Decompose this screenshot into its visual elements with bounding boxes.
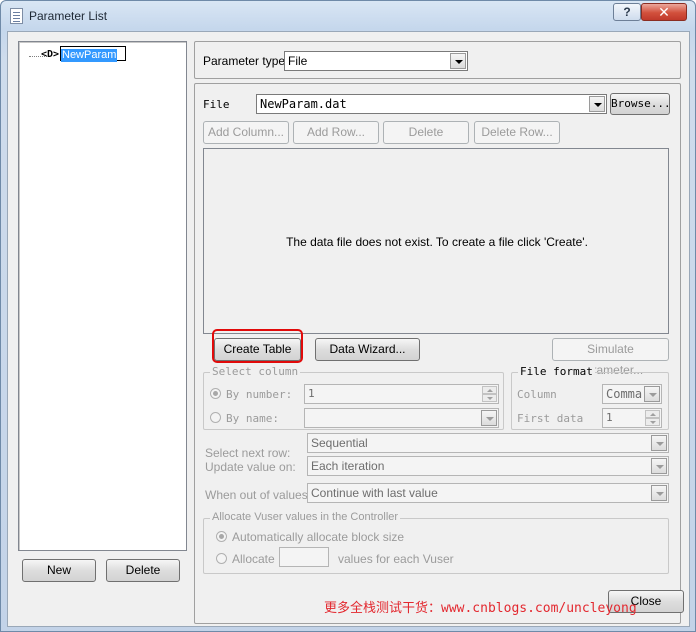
select-next-row-label: Select next row: bbox=[205, 446, 291, 460]
first-data-label: First data bbox=[517, 412, 584, 425]
dialog-client-area: <D> NewParam New Delete Parameter type: … bbox=[7, 31, 690, 627]
by-number-value: 1 bbox=[308, 387, 315, 400]
new-button[interactable]: New bbox=[22, 559, 96, 582]
chevron-down-icon[interactable] bbox=[589, 96, 605, 112]
delete-row-button[interactable]: Delete Row... bbox=[474, 121, 560, 144]
tree-item-label[interactable]: NewParam bbox=[61, 49, 118, 62]
update-value-on-select[interactable]: Each iteration bbox=[307, 456, 669, 476]
by-number-radio[interactable] bbox=[210, 388, 221, 399]
delete-column-button[interactable]: Delete Column... bbox=[383, 121, 469, 160]
out-of-values-label: When out of values: bbox=[205, 488, 312, 502]
file-format-group: File format Column Comma First data 1 bbox=[511, 365, 669, 430]
window-title: Parameter List bbox=[29, 9, 108, 23]
select-next-row-select[interactable]: Sequential bbox=[307, 433, 669, 453]
parameter-type-group: Parameter type: File bbox=[194, 41, 681, 79]
allocate-count-input[interactable] bbox=[279, 547, 329, 567]
file-path-value: NewParam.dat bbox=[260, 97, 347, 111]
parameter-tree[interactable]: <D> NewParam bbox=[18, 41, 187, 551]
preview-message: The data file does not exist. To create … bbox=[286, 235, 588, 249]
file-format-title: File format bbox=[518, 365, 595, 378]
add-row-button[interactable]: Add Row... bbox=[293, 121, 379, 144]
auto-allocate-radio[interactable] bbox=[216, 531, 227, 542]
out-of-values-value: Continue with last value bbox=[311, 486, 438, 500]
parameter-type-icon: <D> bbox=[41, 49, 60, 60]
chevron-down-icon[interactable] bbox=[644, 386, 660, 402]
spin-down-icon[interactable] bbox=[482, 394, 497, 402]
first-data-value: 1 bbox=[606, 411, 613, 424]
tree-item-newparam[interactable]: NewParam bbox=[60, 46, 126, 62]
file-label: File bbox=[203, 98, 230, 111]
help-button[interactable]: ? bbox=[613, 3, 641, 21]
title-bar[interactable]: Parameter List ? ✕ bbox=[1, 1, 695, 31]
by-name-radio[interactable] bbox=[210, 412, 221, 423]
by-name-label: By name: bbox=[226, 412, 279, 425]
allocate-vuser-group: Allocate Vuser values in the Controller … bbox=[203, 511, 669, 574]
delete-button[interactable]: Delete bbox=[106, 559, 180, 582]
chevron-down-icon[interactable] bbox=[651, 435, 667, 451]
close-window-button[interactable]: ✕ bbox=[641, 3, 687, 21]
chevron-down-icon[interactable] bbox=[450, 53, 466, 69]
manual-allocate-radio[interactable] bbox=[216, 553, 227, 564]
column-delimiter-value: Comma bbox=[606, 387, 643, 401]
simulate-parameter-button[interactable]: Simulate Parameter... bbox=[552, 338, 669, 377]
by-number-label: By number: bbox=[226, 388, 293, 401]
watermark-text: 更多全栈测试干货：www.cnblogs.com/uncleyong bbox=[324, 601, 637, 616]
data-preview-area: The data file does not exist. To create … bbox=[203, 148, 669, 334]
spin-up-icon[interactable] bbox=[645, 410, 660, 418]
out-of-values-select[interactable]: Continue with last value bbox=[307, 483, 669, 503]
per-vuser-label: values for each Vuser bbox=[338, 552, 454, 566]
parameter-type-value: File bbox=[288, 54, 308, 68]
document-list-icon bbox=[10, 8, 23, 24]
allocate-label: Allocate bbox=[232, 552, 275, 566]
update-value-on-label: Update value on: bbox=[205, 460, 296, 474]
create-table-highlight bbox=[212, 329, 303, 363]
by-number-spinner[interactable]: 1 bbox=[304, 384, 499, 404]
update-value-on-value: Each iteration bbox=[311, 459, 385, 473]
first-data-spinner[interactable]: 1 bbox=[602, 408, 662, 428]
spin-up-icon[interactable] bbox=[482, 386, 497, 394]
file-path-select[interactable]: NewParam.dat bbox=[256, 94, 607, 114]
chevron-down-icon[interactable] bbox=[481, 410, 497, 426]
chevron-down-icon[interactable] bbox=[651, 458, 667, 474]
by-name-select[interactable] bbox=[304, 408, 499, 428]
parameter-list-window: Parameter List ? ✕ <D> NewParam New Dele… bbox=[0, 0, 696, 632]
column-delimiter-select[interactable]: Comma bbox=[602, 384, 662, 404]
parameter-type-select[interactable]: File bbox=[284, 51, 468, 71]
spin-down-icon[interactable] bbox=[645, 418, 660, 426]
auto-allocate-label: Automatically allocate block size bbox=[232, 530, 405, 544]
parameter-type-label: Parameter type: bbox=[203, 54, 289, 68]
parameter-properties-group: File NewParam.dat Browse... Add Column..… bbox=[194, 83, 681, 624]
chevron-down-icon[interactable] bbox=[651, 485, 667, 501]
add-column-button[interactable]: Add Column... bbox=[203, 121, 289, 144]
select-column-title: Select column bbox=[210, 365, 301, 378]
select-column-group: Select column By number: 1 By name: bbox=[203, 365, 504, 430]
column-label: Column bbox=[517, 388, 557, 401]
data-wizard-button[interactable]: Data Wizard... bbox=[315, 338, 420, 361]
browse-button[interactable]: Browse... bbox=[610, 93, 671, 115]
allocate-vuser-title: Allocate Vuser values in the Controller bbox=[210, 511, 401, 523]
select-next-row-value: Sequential bbox=[311, 436, 368, 450]
